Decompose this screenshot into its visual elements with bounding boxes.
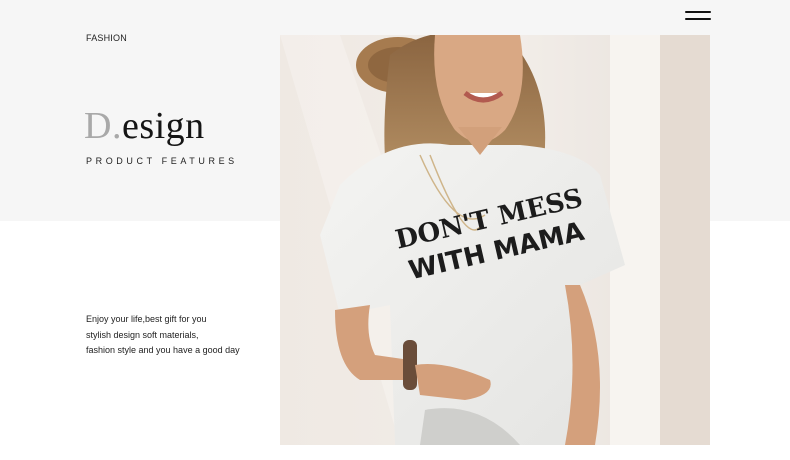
model-illustration: DON'T MESS WITH MAMA bbox=[280, 35, 710, 445]
section-label: FASHION bbox=[86, 33, 127, 43]
title-rest: esign bbox=[121, 105, 205, 147]
description-line: fashion style and you have a good day bbox=[86, 345, 240, 355]
design-title: D.esign bbox=[84, 104, 205, 148]
product-description: Enjoy your life,best gift for you stylis… bbox=[86, 312, 276, 359]
hamburger-menu-icon[interactable] bbox=[683, 11, 711, 23]
product-photo: DON'T MESS WITH MAMA bbox=[280, 35, 710, 445]
product-features-subtitle: PRODUCT FEATURES bbox=[86, 156, 238, 166]
smile bbox=[463, 90, 504, 103]
menu-line-top bbox=[685, 11, 711, 13]
description-line: stylish design soft materials, bbox=[86, 329, 199, 340]
door-frame bbox=[660, 35, 710, 445]
bracelet bbox=[403, 340, 417, 390]
description-line: Enjoy your life,best gift for you bbox=[86, 314, 207, 324]
menu-line-bottom bbox=[685, 18, 711, 20]
title-initial: D. bbox=[84, 105, 122, 147]
